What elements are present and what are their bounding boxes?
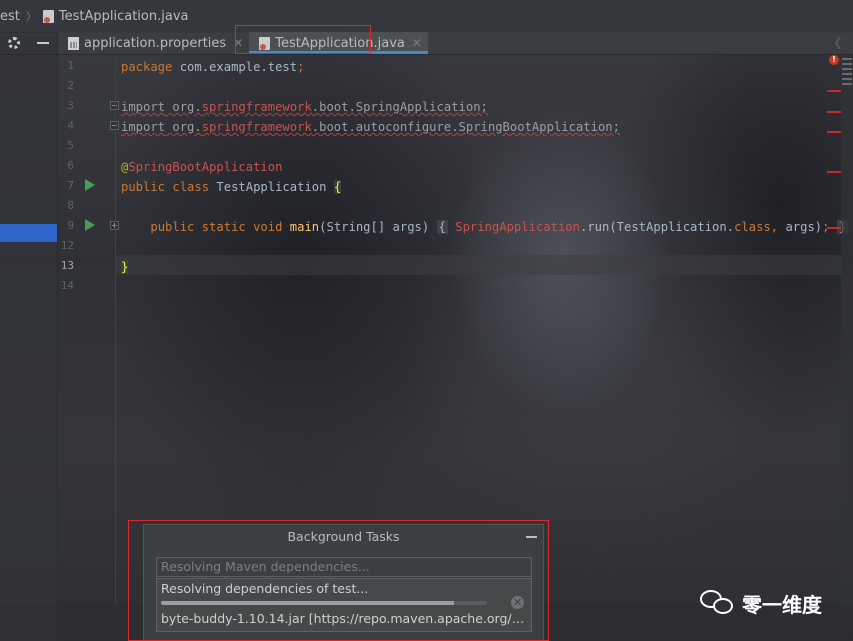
caret-line-highlight bbox=[116, 255, 841, 275]
project-panel-toolbar bbox=[0, 32, 57, 55]
task-resolving-maven: Resolving Maven dependencies... bbox=[156, 557, 532, 577]
wechat-icon bbox=[700, 590, 736, 616]
cancel-task-icon[interactable]: ✕ bbox=[511, 596, 524, 609]
project-panel bbox=[0, 32, 58, 641]
line-number-current: 13 bbox=[60, 259, 74, 272]
error-stripe-mark[interactable] bbox=[827, 227, 841, 229]
line-number: 6 bbox=[67, 159, 74, 172]
tab-scroll-icon[interactable]: ❮ bbox=[833, 35, 843, 49]
task-progress-fill bbox=[161, 601, 455, 605]
minimize-icon[interactable] bbox=[526, 536, 537, 538]
code-line-3: import org.springframework.boot.SpringAp… bbox=[121, 100, 488, 114]
code-line-9: public static void main(String[] args) {… bbox=[121, 217, 849, 237]
background-tasks-popup: Background Tasks Resolving Maven depende… bbox=[143, 524, 544, 641]
error-stripe[interactable] bbox=[841, 55, 853, 605]
code-line-6: @SpringBootApplication bbox=[121, 160, 283, 174]
close-tab-icon[interactable]: ✕ bbox=[233, 36, 243, 50]
line-number: 4 bbox=[67, 119, 74, 132]
structure-minimap-icon bbox=[842, 58, 852, 86]
line-number: 5 bbox=[67, 139, 74, 152]
line-number: 3 bbox=[67, 99, 74, 112]
error-indicator-icon[interactable]: ! bbox=[829, 55, 839, 65]
error-stripe-mark[interactable] bbox=[827, 131, 841, 133]
line-number: 1 bbox=[67, 59, 74, 72]
code-editor[interactable]: 1 2 3 4 5 6 7 8 9 12 13 14 package com.e… bbox=[58, 55, 849, 605]
error-stripe-mark[interactable] bbox=[827, 111, 841, 113]
error-stripe-mark[interactable] bbox=[827, 171, 841, 173]
code-line-7: public class TestApplication { bbox=[121, 180, 342, 194]
task-progress-bar bbox=[161, 601, 487, 605]
close-tab-icon[interactable]: ✕ bbox=[412, 36, 422, 50]
hide-panel-icon[interactable] bbox=[36, 42, 49, 44]
code-line-4: import org.springframework.boot.autoconf… bbox=[121, 120, 620, 134]
line-number: 8 bbox=[67, 199, 74, 212]
line-number: 7 bbox=[67, 179, 74, 192]
project-tree-selected-item[interactable] bbox=[0, 224, 57, 242]
run-class-icon[interactable] bbox=[85, 179, 95, 191]
java-class-file-icon bbox=[42, 9, 54, 23]
watermark: 零一维度 bbox=[700, 588, 822, 618]
editor-tab-bar: application.properties ✕ TestApplication… bbox=[58, 32, 853, 55]
gutter-divider bbox=[115, 55, 116, 605]
line-number: 12 bbox=[60, 239, 74, 252]
tab-testapplication-java[interactable]: TestApplication.java ✕ bbox=[249, 32, 428, 54]
tab-application-properties[interactable]: application.properties ✕ bbox=[58, 32, 249, 54]
gear-icon[interactable] bbox=[8, 37, 21, 49]
line-number: 14 bbox=[60, 279, 74, 292]
code-line-13: } bbox=[121, 260, 129, 274]
error-stripe-mark[interactable] bbox=[827, 90, 841, 92]
task-resolving-dependencies: Resolving dependencies of test... ✕ byte… bbox=[156, 578, 532, 632]
run-main-icon[interactable] bbox=[85, 219, 95, 231]
navigation-bar: est 〉 TestApplication.java bbox=[0, 0, 853, 33]
editor-gutter: 1 2 3 4 5 6 7 8 9 12 13 14 bbox=[58, 55, 119, 605]
breadcrumb-separator-icon: 〉 bbox=[25, 10, 37, 23]
code-line-1: package com.example.test; bbox=[121, 60, 305, 74]
line-number: 9 bbox=[67, 219, 74, 232]
properties-file-icon bbox=[68, 36, 79, 50]
breadcrumb-item-module[interactable]: est bbox=[0, 9, 20, 24]
background-tasks-title: Background Tasks bbox=[144, 525, 543, 549]
breadcrumb-item-file[interactable]: TestApplication.java bbox=[42, 9, 188, 24]
java-class-file-icon bbox=[259, 36, 271, 50]
line-number: 2 bbox=[67, 79, 74, 92]
